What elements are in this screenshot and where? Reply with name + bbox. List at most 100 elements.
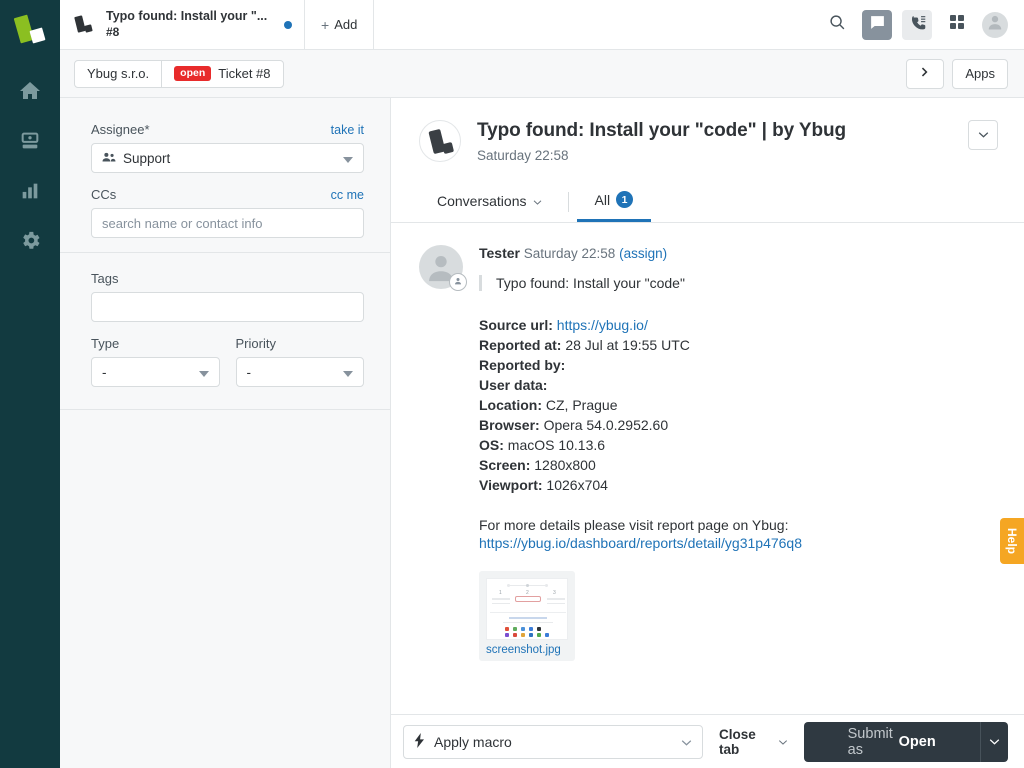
submit-button[interactable]: Submit as Open (804, 722, 980, 762)
conversation-heading-text: Typo found: Install your "code" | by Ybu… (477, 120, 846, 163)
tab-all-label: All (594, 191, 611, 208)
field-value: 1026x704 (546, 477, 608, 493)
search-button[interactable] (822, 10, 852, 40)
help-tab[interactable]: Help (1000, 518, 1024, 564)
assignee-group: Assignee* take it Support (91, 122, 364, 173)
take-it-link[interactable]: take it (331, 123, 364, 137)
field-key: Source url: (479, 317, 553, 333)
talk-button[interactable] (902, 9, 932, 40)
apps-button[interactable]: Apps (952, 58, 1008, 89)
report-footer-text: For more details please visit report pag… (479, 517, 789, 533)
field-value: 28 Jul at 19:55 UTC (565, 337, 690, 353)
user-avatar-icon (985, 12, 1005, 37)
add-button[interactable]: + Add (305, 0, 375, 49)
add-button-label: Add (334, 17, 358, 32)
priority-label-row: Priority (236, 336, 365, 351)
bolt-icon (414, 732, 425, 751)
tags-input[interactable] (91, 292, 364, 322)
attachment-filename[interactable]: screenshot.jpg (486, 644, 568, 657)
close-tab-label: Close tab (719, 726, 756, 757)
source-url-link[interactable]: https://ybug.io/ (557, 317, 648, 333)
user-menu-button[interactable] (982, 11, 1008, 38)
apps-button-label: Apps (965, 66, 995, 81)
breadcrumb-organization[interactable]: Ybug s.r.o. (75, 61, 161, 87)
conversation-timestamp: Saturday 22:58 (477, 148, 569, 163)
topbar-spacer (374, 0, 814, 49)
sidebar-item-reporting[interactable] (0, 168, 60, 218)
top-actions (814, 0, 1024, 49)
field-value: macOS 10.13.6 (507, 437, 606, 453)
message-time: Saturday 22:58 (523, 246, 616, 261)
ccs-input[interactable] (91, 208, 364, 238)
group-icon (102, 151, 116, 166)
breadcrumb-organization-label: Ybug s.r.o. (87, 66, 150, 81)
field-os: OS: macOS 10.13.6 (479, 435, 998, 455)
field-key: Reported at: (479, 337, 562, 353)
apply-macro-select[interactable]: Apply macro (403, 724, 703, 759)
field-location: Location: CZ, Prague (479, 395, 998, 415)
sidebar-item-views[interactable] (0, 118, 60, 168)
tab-conversations[interactable]: Conversations (419, 180, 560, 222)
field-value: CZ, Prague (545, 397, 618, 413)
cc-me-link[interactable]: cc me (331, 188, 364, 202)
chevron-down-icon (978, 126, 989, 144)
apps-grid-button[interactable] (942, 10, 972, 40)
breadcrumb: Ybug s.r.o. open Ticket #8 (74, 59, 284, 88)
chat-offline-icon (869, 14, 886, 36)
message-author: Tester (479, 245, 520, 261)
report-page-link[interactable]: https://ybug.io/dashboard/reports/detail… (479, 535, 802, 551)
priority-label: Priority (235, 336, 276, 351)
chevron-right-icon (919, 66, 931, 81)
field-key: Viewport: (479, 477, 543, 493)
submit-button-group: Submit as Open (803, 721, 1008, 762)
conversation-tabs: Conversations All 1 (391, 181, 1024, 223)
field-screen: Screen: 1280x800 (479, 455, 998, 475)
field-reported-at: Reported at: 28 Jul at 19:55 UTC (479, 335, 998, 355)
ticket-brand-icon (74, 14, 96, 35)
sidebar-item-home[interactable] (0, 68, 60, 118)
assign-link[interactable]: (assign) (619, 246, 667, 261)
thumb-step-1: 1 (499, 590, 502, 596)
attachment-screenshot[interactable]: 1 2 3 screenshot.jpg (479, 571, 575, 661)
message: Tester Saturday 22:58 (assign) Typo foun… (391, 223, 1024, 661)
tags-group: Tags (91, 271, 364, 322)
main-region: Typo found: Install your "... #8 + Add Y… (60, 0, 1024, 768)
ccs-label-row: CCs cc me (91, 187, 364, 202)
breadcrumb-ticket[interactable]: open Ticket #8 (161, 60, 282, 87)
ticket-options-button[interactable] (968, 120, 998, 150)
panel-divider (60, 252, 390, 253)
ybug-logo[interactable] (9, 12, 51, 52)
field-key: Screen: (479, 457, 531, 473)
open-tab-ticket-8[interactable]: Typo found: Install your "... #8 (60, 0, 305, 49)
priority-select[interactable]: - (235, 357, 364, 387)
chevron-down-icon (198, 365, 209, 380)
next-ticket-button[interactable] (906, 58, 945, 89)
gear-icon (19, 229, 42, 257)
tab-all-count: 1 (616, 191, 634, 208)
tab-all[interactable]: All 1 (576, 180, 652, 222)
type-select[interactable]: - (91, 357, 220, 387)
field-viewport: Viewport: 1026x704 (479, 475, 998, 495)
person-icon (453, 273, 463, 291)
sidebar-item-admin[interactable] (0, 218, 60, 268)
assignee-label: Assignee* (91, 122, 150, 137)
submit-prefix-label: Submit as (847, 725, 893, 758)
apps-grid-icon (949, 14, 965, 35)
tags-label: Tags (91, 271, 119, 286)
tab-conversations-label: Conversations (437, 193, 527, 209)
submit-options-button[interactable] (979, 721, 1008, 762)
message-avatar (419, 245, 467, 291)
assignee-select[interactable]: Support (91, 143, 364, 173)
priority-group: Priority - (235, 336, 365, 387)
chevron-down-icon (343, 365, 353, 380)
field-reported-by: Reported by: (479, 355, 998, 375)
field-key: Location: (479, 397, 542, 413)
tab-text: Typo found: Install your "... #8 (106, 9, 274, 40)
inbox-icon (19, 130, 41, 157)
close-tab-button[interactable]: Close tab (715, 727, 792, 757)
type-priority-row: Type - Priority - (91, 336, 364, 387)
attachment-thumbnail: 1 2 3 (486, 578, 568, 640)
type-label: Type (91, 336, 120, 351)
chat-status-button[interactable] (862, 9, 892, 40)
